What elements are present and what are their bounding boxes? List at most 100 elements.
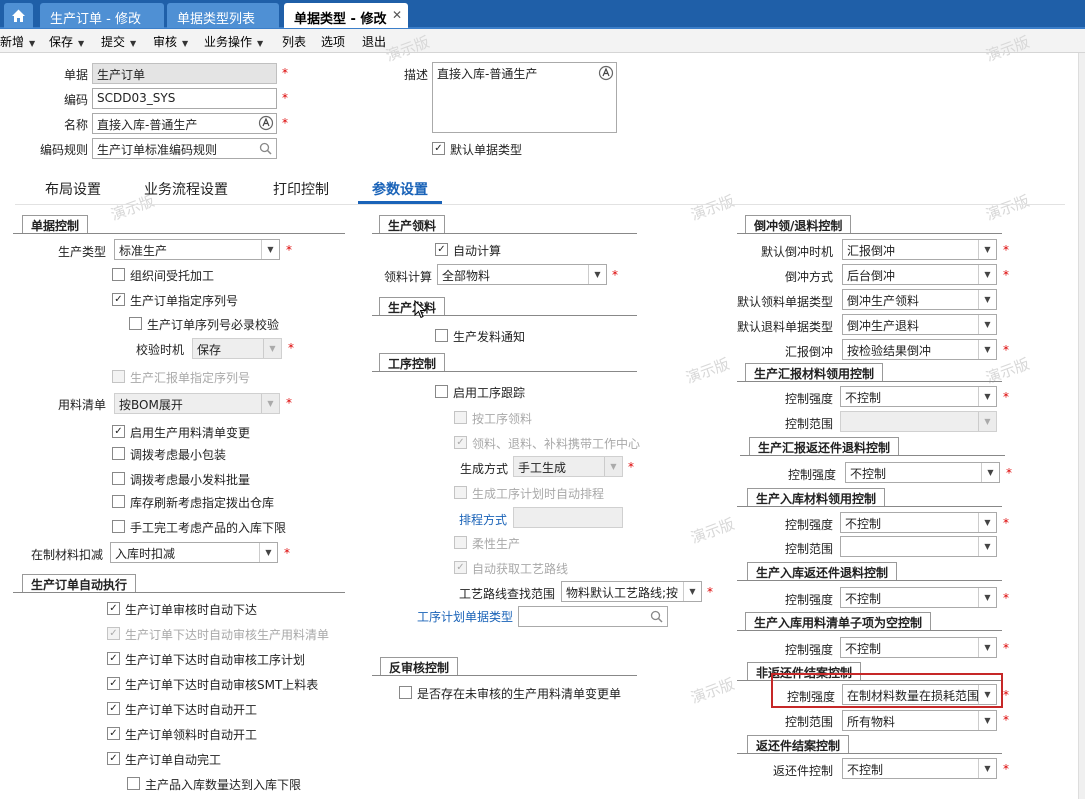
check-time-select[interactable]: 保存 ▼ bbox=[192, 338, 282, 359]
g4-strength-label: 控制强度 bbox=[784, 518, 833, 532]
flex-prod-checkbox[interactable] bbox=[454, 536, 467, 549]
manual-complete-checkbox[interactable] bbox=[112, 520, 125, 533]
auto-audit-smt-checkbox[interactable]: ✓ bbox=[107, 677, 120, 690]
auto-release-checkbox[interactable]: ✓ bbox=[107, 602, 120, 615]
schedule-mode-link[interactable]: 排程方式 bbox=[459, 511, 507, 528]
bom-change-checkbox[interactable]: ✓ bbox=[112, 425, 125, 438]
menu-submit[interactable]: 提交 ▼ bbox=[101, 33, 136, 50]
auto-start-release-checkbox[interactable]: ✓ bbox=[107, 702, 120, 715]
g5-strength-select[interactable]: 不控制 ▼ bbox=[840, 587, 997, 608]
tab-bill-type-list[interactable]: 单据类型列表 bbox=[167, 3, 279, 28]
subtab-layout[interactable]: 布局设置 bbox=[45, 179, 101, 199]
required-mark: * bbox=[1003, 641, 1009, 655]
multilang-icon[interactable] bbox=[258, 115, 274, 131]
g7-range-select[interactable]: 所有物料 ▼ bbox=[842, 710, 997, 731]
group-header-report-return: 生产汇报返还件退料控制 bbox=[749, 437, 900, 455]
schedule-mode-field[interactable] bbox=[513, 507, 623, 528]
g4-strength-select[interactable]: 不控制 ▼ bbox=[840, 512, 997, 533]
prod-type-select[interactable]: 标准生产 ▼ bbox=[114, 239, 280, 260]
subtab-params[interactable]: 参数设置 bbox=[358, 179, 442, 204]
auto-complete-checkbox[interactable]: ✓ bbox=[107, 752, 120, 765]
g6-strength-select[interactable]: 不控制 ▼ bbox=[840, 637, 997, 658]
group-divider bbox=[740, 455, 1005, 456]
chevron-down-icon: ▼ bbox=[261, 394, 279, 413]
tab-bill-type-edit[interactable]: 单据类型 - 修改 ✕ bbox=[284, 3, 408, 28]
g3-strength-select[interactable]: 不控制 ▼ bbox=[845, 462, 1000, 483]
g4-range-select[interactable]: ▼ bbox=[840, 536, 997, 557]
vertical-scrollbar[interactable] bbox=[1078, 53, 1085, 799]
org-entrust-checkbox[interactable] bbox=[112, 268, 125, 281]
required-mark: * bbox=[286, 243, 292, 257]
main-product-limit-label: 主产品入库数量达到入库下限 bbox=[145, 778, 302, 792]
min-batch-checkbox[interactable] bbox=[112, 472, 125, 485]
reverse-check-checkbox[interactable] bbox=[399, 686, 412, 699]
menu-exit[interactable]: 退出 bbox=[362, 33, 386, 50]
auto-schedule-checkbox[interactable] bbox=[454, 486, 467, 499]
pick-by-op-checkbox[interactable] bbox=[454, 411, 467, 424]
auto-audit-bom-checkbox[interactable]: ✓ bbox=[107, 627, 120, 640]
route-range-label: 工艺路线查找范围 bbox=[458, 587, 555, 601]
op-track-checkbox[interactable] bbox=[435, 385, 448, 398]
gen-mode-select[interactable]: 手工生成 ▼ bbox=[513, 456, 623, 477]
required-mark: * bbox=[1003, 762, 1009, 776]
menu-list[interactable]: 列表 bbox=[282, 33, 306, 50]
route-range-select[interactable]: 物料默认工艺路线;按 ▼ bbox=[561, 581, 702, 602]
desc-field[interactable]: 直接入库-普通生产 bbox=[432, 62, 617, 133]
menu-save[interactable]: 保存 ▼ bbox=[49, 33, 84, 50]
auto-start-pick-checkbox[interactable]: ✓ bbox=[107, 727, 120, 740]
subtab-print[interactable]: 打印控制 bbox=[273, 179, 329, 199]
return-type-select[interactable]: 倒冲生产退料 ▼ bbox=[842, 314, 997, 335]
pick-calc-select[interactable]: 全部物料 ▼ bbox=[437, 264, 607, 285]
auto-schedule-label: 生成工序计划时自动排程 bbox=[472, 487, 605, 501]
auto-calc-checkbox[interactable]: ✓ bbox=[435, 243, 448, 256]
auto-route-checkbox[interactable]: ✓ bbox=[454, 561, 467, 574]
serial-check-checkbox[interactable] bbox=[129, 317, 142, 330]
default-bill-checkbox[interactable]: ✓ bbox=[432, 142, 445, 155]
g3-strength-label: 控制强度 bbox=[787, 468, 836, 482]
close-icon[interactable]: ✕ bbox=[392, 8, 402, 22]
required-mark: * bbox=[707, 585, 713, 599]
stock-refresh-checkbox[interactable] bbox=[112, 495, 125, 508]
tab-production-order[interactable]: 生产订单 - 修改 bbox=[40, 3, 164, 28]
required-mark: * bbox=[282, 91, 288, 105]
subtab-workflow[interactable]: 业务流程设置 bbox=[144, 179, 228, 199]
op-plan-type-field[interactable] bbox=[518, 606, 668, 627]
search-icon[interactable] bbox=[259, 142, 272, 155]
menu-business-ops[interactable]: 业务操作 ▼ bbox=[204, 33, 263, 50]
op-plan-type-link[interactable]: 工序计划单据类型 bbox=[417, 608, 513, 625]
bf-mode-select[interactable]: 后台倒冲 ▼ bbox=[842, 264, 997, 285]
multilang-icon[interactable] bbox=[598, 65, 614, 81]
min-pack-checkbox[interactable] bbox=[112, 447, 125, 460]
bom-select[interactable]: 按BOM展开 ▼ bbox=[114, 393, 280, 414]
menu-audit[interactable]: 审核 ▼ bbox=[153, 33, 188, 50]
carry-wc-checkbox[interactable]: ✓ bbox=[454, 436, 467, 449]
report-bf-select[interactable]: 按检验结果倒冲 ▼ bbox=[842, 339, 997, 360]
report-serial-checkbox[interactable] bbox=[112, 370, 125, 383]
auto-audit-plan-checkbox[interactable]: ✓ bbox=[107, 652, 120, 665]
auto-audit-smt-label: 生产订单下达时自动审核SMT上料表 bbox=[125, 678, 319, 692]
bf-time-select[interactable]: 汇报倒冲 ▼ bbox=[842, 239, 997, 260]
issue-notice-checkbox[interactable] bbox=[435, 329, 448, 342]
order-serial-checkbox[interactable]: ✓ bbox=[112, 293, 125, 306]
menu-new[interactable]: 新增 ▼ bbox=[0, 33, 35, 50]
g2-range-select[interactable]: ▼ bbox=[840, 411, 997, 432]
menu-options[interactable]: 选项 bbox=[321, 33, 345, 50]
gen-mode-label: 生成方式 bbox=[459, 462, 508, 476]
chevron-down-icon: ▼ bbox=[978, 537, 996, 556]
g8-ctrl-select[interactable]: 不控制 ▼ bbox=[842, 758, 997, 779]
g2-strength-select[interactable]: 不控制 ▼ bbox=[840, 386, 997, 407]
name-field[interactable]: 直接入库-普通生产 bbox=[92, 113, 277, 134]
chevron-down-icon: ▼ bbox=[588, 265, 606, 284]
tab-label: 生产订单 - 修改 bbox=[50, 12, 141, 27]
select-value: 不控制 bbox=[845, 592, 882, 606]
home-tab[interactable] bbox=[4, 3, 33, 28]
search-icon[interactable] bbox=[650, 610, 663, 623]
wip-select[interactable]: 入库时扣减 ▼ bbox=[110, 542, 278, 563]
watermark: 演示版 bbox=[688, 514, 737, 548]
chevron-down-icon: ▼ bbox=[978, 387, 996, 406]
rule-field[interactable]: 生产订单标准编码规则 bbox=[92, 138, 277, 159]
main-product-limit-checkbox[interactable] bbox=[127, 777, 140, 790]
pick-type-select[interactable]: 倒冲生产领料 ▼ bbox=[842, 289, 997, 310]
chevron-down-icon: ▼ bbox=[261, 240, 279, 259]
code-field[interactable]: SCDD03_SYS bbox=[92, 88, 277, 109]
